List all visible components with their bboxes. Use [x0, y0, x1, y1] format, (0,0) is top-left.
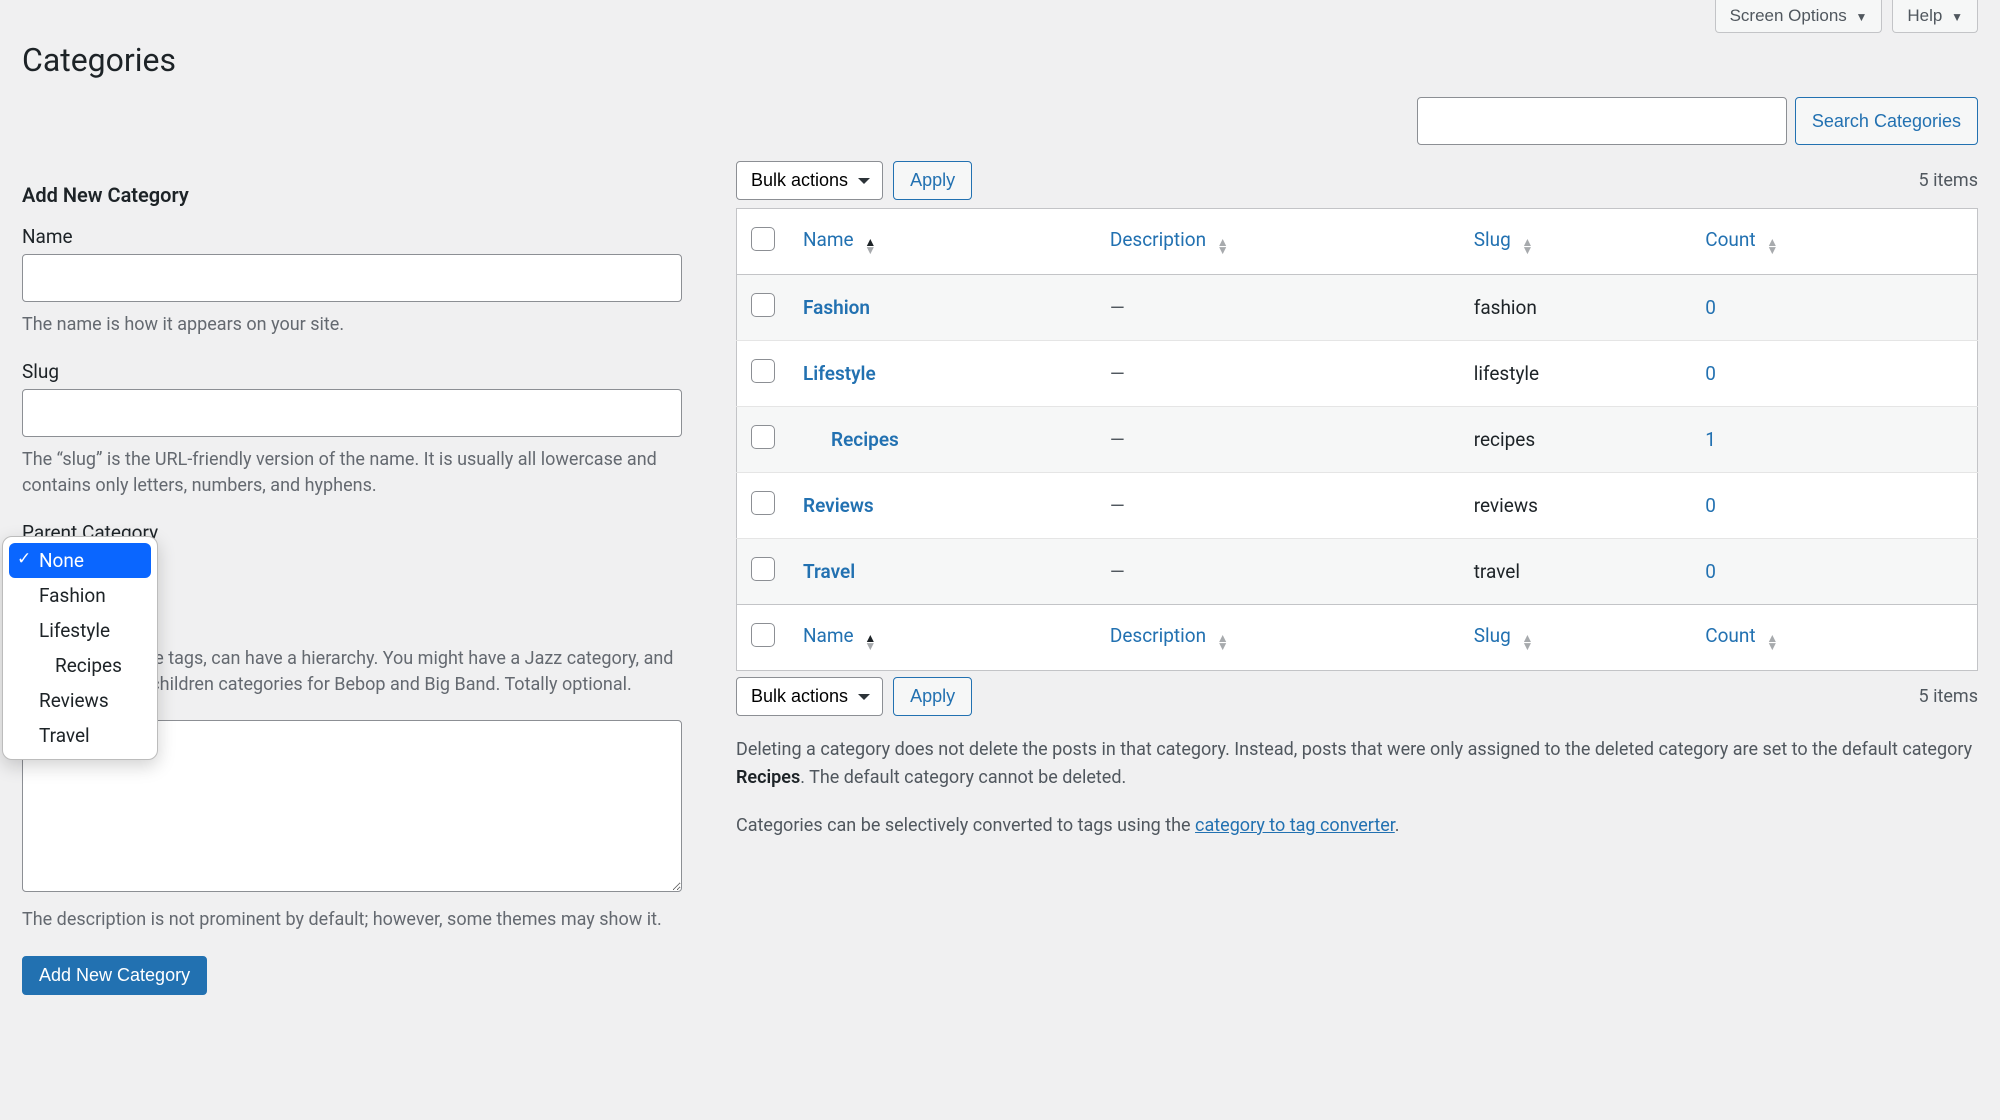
sort-icon: ▲▼: [864, 239, 876, 255]
row-count-link[interactable]: 1: [1705, 428, 1716, 451]
row-checkbox[interactable]: [751, 557, 775, 581]
parent-option[interactable]: Lifestyle: [9, 613, 151, 648]
items-count-top: 5 items: [1919, 170, 1978, 191]
select-all-checkbox-top[interactable]: [751, 227, 775, 251]
slug-input[interactable]: [22, 389, 682, 437]
row-count-link[interactable]: 0: [1705, 362, 1716, 385]
col-count-footer[interactable]: Count ▲▼: [1691, 605, 1977, 671]
caret-down-icon: ▼: [1856, 10, 1868, 24]
add-new-category-button[interactable]: Add New Category: [22, 956, 207, 995]
search-categories-button[interactable]: Search Categories: [1795, 97, 1978, 145]
name-input[interactable]: [22, 254, 682, 302]
sort-icon: ▲▼: [1766, 239, 1778, 255]
table-row: Recipes — recipes 1: [737, 407, 1978, 473]
col-name-header[interactable]: Name ▲▼: [789, 209, 1096, 275]
name-help: The name is how it appears on your site.: [22, 312, 682, 338]
row-description: —: [1110, 560, 1125, 583]
sort-icon: ▲▼: [1521, 239, 1533, 255]
category-link[interactable]: Lifestyle: [803, 362, 876, 385]
parent-option[interactable]: Travel: [9, 718, 151, 753]
sort-icon: ▲▼: [1217, 635, 1229, 651]
parent-option[interactable]: Reviews: [9, 683, 151, 718]
bulk-actions-select-bottom[interactable]: Bulk actions: [736, 677, 883, 716]
page-title: Categories: [22, 41, 1978, 79]
bulk-actions-select-top[interactable]: Bulk actions: [736, 161, 883, 200]
row-checkbox[interactable]: [751, 425, 775, 449]
row-count-link[interactable]: 0: [1705, 296, 1716, 319]
category-link[interactable]: Reviews: [803, 494, 874, 517]
sort-icon: ▲▼: [1217, 239, 1229, 255]
table-row: Travel — travel 0: [737, 539, 1978, 605]
row-description: —: [1110, 494, 1125, 517]
col-slug-header[interactable]: Slug ▲▼: [1460, 209, 1692, 275]
category-link[interactable]: Travel: [803, 560, 855, 583]
col-name-footer[interactable]: Name ▲▼: [789, 605, 1096, 671]
bulk-apply-top[interactable]: Apply: [893, 161, 972, 200]
categories-table: Name ▲▼ Description ▲▼ Slug ▲▼ Count ▲▼: [736, 208, 1978, 671]
items-count-bottom: 5 items: [1919, 686, 1978, 707]
help-label: Help: [1907, 6, 1942, 25]
row-checkbox[interactable]: [751, 359, 775, 383]
screen-options-toggle[interactable]: Screen Options ▼: [1715, 0, 1883, 33]
description-help: The description is not prominent by defa…: [22, 907, 682, 933]
row-slug: reviews: [1474, 494, 1538, 517]
row-slug: travel: [1474, 560, 1520, 583]
help-toggle[interactable]: Help ▼: [1892, 0, 1978, 33]
table-row: Lifestyle — lifestyle 0: [737, 341, 1978, 407]
table-row: Reviews — reviews 0: [737, 473, 1978, 539]
row-slug: recipes: [1474, 428, 1535, 451]
select-all-checkbox-bottom[interactable]: [751, 623, 775, 647]
slug-help: The “slug” is the URL-friendly version o…: [22, 447, 682, 499]
parent-option[interactable]: Fashion: [9, 578, 151, 613]
delete-info-text: Deleting a category does not delete the …: [736, 736, 1978, 792]
row-count-link[interactable]: 0: [1705, 494, 1716, 517]
slug-label: Slug: [22, 360, 682, 383]
convert-info-text: Categories can be selectively converted …: [736, 812, 1978, 840]
search-input[interactable]: [1417, 97, 1787, 145]
parent-option[interactable]: None: [9, 543, 151, 578]
name-label: Name: [22, 225, 682, 248]
sort-icon: ▲▼: [1521, 635, 1533, 651]
category-link[interactable]: Recipes: [803, 428, 899, 451]
category-to-tag-converter-link[interactable]: category to tag converter: [1195, 815, 1395, 836]
screen-options-label: Screen Options: [1730, 6, 1847, 25]
parent-option[interactable]: Recipes: [9, 648, 151, 683]
parent-category-dropdown[interactable]: NoneFashionLifestyleRecipesReviewsTravel: [2, 536, 158, 760]
add-new-heading: Add New Category: [22, 183, 682, 207]
table-row: Fashion — fashion 0: [737, 275, 1978, 341]
row-count-link[interactable]: 0: [1705, 560, 1716, 583]
row-description: —: [1110, 362, 1125, 385]
sort-icon: ▲▼: [1766, 635, 1778, 651]
caret-down-icon: ▼: [1951, 10, 1963, 24]
col-description-header[interactable]: Description ▲▼: [1096, 209, 1460, 275]
row-slug: lifestyle: [1474, 362, 1539, 385]
sort-icon: ▲▼: [864, 635, 876, 651]
bulk-apply-bottom[interactable]: Apply: [893, 677, 972, 716]
row-slug: fashion: [1474, 296, 1537, 319]
col-slug-footer[interactable]: Slug ▲▼: [1460, 605, 1692, 671]
row-checkbox[interactable]: [751, 491, 775, 515]
row-description: —: [1110, 296, 1125, 319]
row-description: —: [1110, 428, 1125, 451]
category-link[interactable]: Fashion: [803, 296, 870, 319]
col-count-header[interactable]: Count ▲▼: [1691, 209, 1977, 275]
row-checkbox[interactable]: [751, 293, 775, 317]
col-description-footer[interactable]: Description ▲▼: [1096, 605, 1460, 671]
